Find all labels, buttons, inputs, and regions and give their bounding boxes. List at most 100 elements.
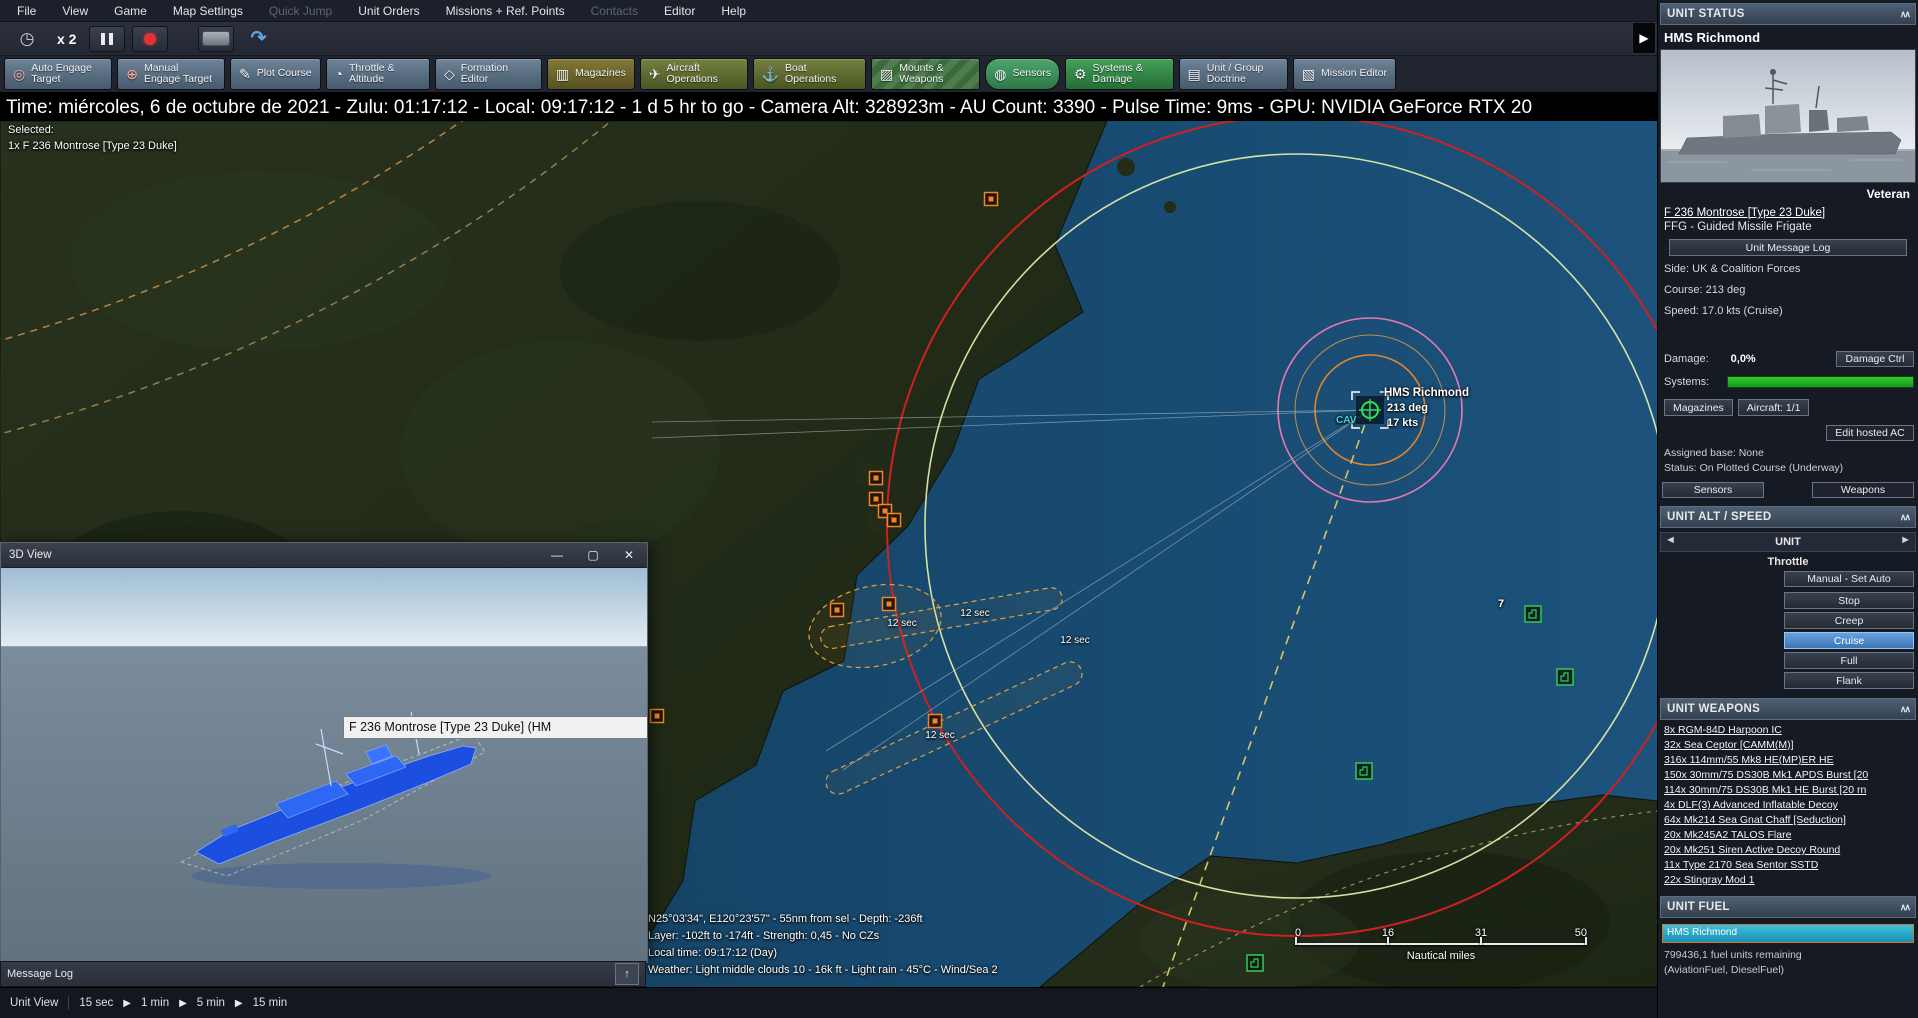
boat-operations-button[interactable]: ⚓Boat Operations: [753, 58, 866, 90]
menu-help[interactable]: Help: [708, 4, 759, 18]
prev-unit-icon[interactable]: ◄: [1665, 534, 1676, 546]
weapon-item[interactable]: 64x Mk214 Sea Gnat Chaff [Seduction]: [1658, 814, 1918, 829]
pause-button[interactable]: [89, 26, 125, 52]
unit-tooltip: F 236 Montrose [Type 23 Duke] (HM: [343, 716, 647, 739]
throttle-cruise-button[interactable]: Cruise: [1784, 632, 1914, 649]
formation-editor-button[interactable]: ◇Formation Editor: [435, 58, 542, 90]
weapon-item[interactable]: 4x DLF(3) Advanced Inflatable Decoy: [1658, 799, 1918, 814]
button-label: Formation Editor: [461, 63, 533, 85]
button-label: Mounts & Weapons: [899, 63, 971, 85]
unit-name-title: HMS Richmond: [1658, 25, 1918, 47]
anchor-icon: ⚓: [762, 67, 779, 82]
clock-glyph: ◷: [20, 29, 35, 49]
sidebar-expand-tab[interactable]: ▶: [1632, 22, 1656, 54]
aircraft-panel-button[interactable]: Aircraft: 1/1: [1738, 399, 1810, 416]
auto-engage-target-button[interactable]: ◎Auto Engage Target: [4, 58, 112, 90]
sensors-panel-button[interactable]: Sensors: [1662, 482, 1764, 498]
maximize-button[interactable]: ▢: [575, 543, 611, 567]
manual-set-auto-button[interactable]: Manual - Set Auto: [1784, 571, 1914, 587]
printer-button[interactable]: [198, 26, 234, 52]
edit-hosted-ac-button[interactable]: Edit hosted AC: [1826, 425, 1914, 441]
time-step-15sec[interactable]: 15 sec: [79, 997, 113, 1009]
collapse-icon: ∧∧: [1900, 9, 1909, 20]
unit-alt-speed-header[interactable]: UNIT ALT / SPEED ∧∧: [1660, 506, 1916, 528]
menu-editor[interactable]: Editor: [651, 4, 708, 18]
record-icon: [144, 33, 156, 45]
damage-ctrl-button[interactable]: Damage Ctrl: [1836, 351, 1914, 367]
weapon-item[interactable]: 32x Sea Ceptor [CAMM(M)]: [1658, 739, 1918, 754]
weapon-item[interactable]: 11x Type 2170 Sea Sentor SSTD: [1658, 859, 1918, 874]
weapon-item[interactable]: 150x 30mm/75 DS30B Mk1 APDS Burst [20: [1658, 769, 1918, 784]
close-button[interactable]: ✕: [611, 543, 647, 567]
throttle-stop-button[interactable]: Stop: [1784, 592, 1914, 609]
view-mode-selector[interactable]: Unit View: [10, 997, 58, 1009]
play-icon[interactable]: ▶: [179, 998, 187, 1009]
magazines-panel-button[interactable]: Magazines: [1664, 399, 1733, 416]
throttle-full-button[interactable]: Full: [1784, 652, 1914, 669]
menu-file[interactable]: File: [4, 4, 49, 18]
unit-group-doctrine-button[interactable]: ▤Unit / Group Doctrine: [1179, 58, 1288, 90]
installation-marker[interactable]: [1557, 669, 1573, 685]
play-icon[interactable]: ▶: [235, 998, 243, 1009]
play-icon[interactable]: ▶: [123, 998, 131, 1009]
contact-marker[interactable]: [888, 514, 901, 527]
plot-course-button[interactable]: ✎Plot Course: [230, 58, 321, 90]
mission-editor-button[interactable]: ▧Mission Editor: [1293, 58, 1396, 90]
manual-engage-target-button[interactable]: ⊕Manual Engage Target: [117, 58, 225, 90]
contact-marker[interactable]: [929, 715, 942, 728]
menu-game[interactable]: Game: [101, 4, 160, 18]
weapons-panel-button[interactable]: Weapons: [1812, 482, 1914, 498]
time-step-15min[interactable]: 15 min: [253, 997, 288, 1009]
record-button[interactable]: [132, 26, 168, 52]
contact-marker[interactable]: [883, 598, 896, 611]
unit-fuel-header[interactable]: UNIT FUEL ∧∧: [1660, 896, 1916, 918]
damage-row: Damage: 0,0% Damage Ctrl: [1658, 349, 1918, 369]
throttle-creep-button[interactable]: Creep: [1784, 612, 1914, 629]
contact-marker[interactable]: [831, 604, 844, 617]
contact-marker[interactable]: [651, 710, 664, 723]
contact-marker[interactable]: [870, 472, 883, 485]
weapon-item[interactable]: 20x Mk251 Siren Active Decoy Round: [1658, 844, 1918, 859]
menu-view[interactable]: View: [49, 4, 101, 18]
menu-unit-orders[interactable]: Unit Orders: [345, 4, 432, 18]
jump-button[interactable]: ↷: [241, 27, 275, 51]
minimize-button[interactable]: —: [539, 543, 575, 567]
main-toolbar: ◎Auto Engage Target ⊕Manual Engage Targe…: [0, 56, 1658, 93]
sensors-button[interactable]: ◍Sensors: [985, 58, 1060, 90]
weapon-item[interactable]: 316x 114mm/55 Mk8 HE(MP)ER HE: [1658, 754, 1918, 769]
throttle-altitude-button[interactable]: ◔Throttle & Altitude: [326, 58, 430, 90]
menu-map-settings[interactable]: Map Settings: [160, 4, 256, 18]
weapon-item[interactable]: 20x Mk245A2 TALOS Flare: [1658, 829, 1918, 844]
time-step-1min[interactable]: 1 min: [141, 997, 169, 1009]
unit-message-log-button[interactable]: Unit Message Log: [1669, 239, 1907, 256]
button-label: Plot Course: [257, 68, 312, 79]
ownship-unit-icon[interactable]: [1352, 392, 1388, 428]
contact-marker[interactable]: [985, 193, 998, 206]
unit-class-link[interactable]: F 236 Montrose [Type 23 Duke]: [1658, 201, 1918, 219]
message-log-expand-button[interactable]: ↑: [615, 963, 639, 985]
installation-marker[interactable]: [1247, 955, 1263, 971]
contact-marker[interactable]: [870, 493, 883, 506]
unit-status-header[interactable]: UNIT STATUS ∧∧: [1660, 3, 1916, 25]
weapon-item[interactable]: 8x RGM-84D Harpoon IC: [1658, 724, 1918, 739]
target-icon: ⊕: [126, 67, 138, 82]
next-unit-icon[interactable]: ►: [1900, 534, 1911, 546]
weapon-item[interactable]: 114x 30mm/75 DS30B Mk1 HE Burst [20 rn: [1658, 784, 1918, 799]
clock-icon[interactable]: ◷: [10, 27, 44, 51]
weapon-item[interactable]: 22x Stingray Mod 1: [1658, 874, 1918, 889]
time-compression-display[interactable]: x 2: [51, 31, 82, 47]
aircraft-operations-button[interactable]: ✈Aircraft Operations: [640, 58, 748, 90]
3d-viewport[interactable]: F 236 Montrose [Type 23 Duke] (HM: [1, 568, 647, 961]
throttle-flank-button[interactable]: Flank: [1784, 672, 1914, 689]
3d-view-titlebar[interactable]: 3D View — ▢ ✕: [1, 543, 647, 568]
magazines-button[interactable]: ▥Magazines: [547, 58, 635, 90]
target-icon: ◎: [13, 67, 25, 82]
installation-marker[interactable]: [1525, 606, 1541, 622]
time-step-5min[interactable]: 5 min: [197, 997, 225, 1009]
mounts-weapons-button[interactable]: ▨Mounts & Weapons: [871, 58, 980, 90]
unit-type-label: FFG - Guided Missile Frigate: [1658, 219, 1918, 233]
menu-missions-ref-points[interactable]: Missions + Ref. Points: [433, 4, 578, 18]
unit-weapons-header[interactable]: UNIT WEAPONS ∧∧: [1660, 698, 1916, 720]
systems-damage-button[interactable]: ⚙Systems & Damage: [1065, 58, 1174, 90]
installation-marker[interactable]: [1356, 763, 1372, 779]
